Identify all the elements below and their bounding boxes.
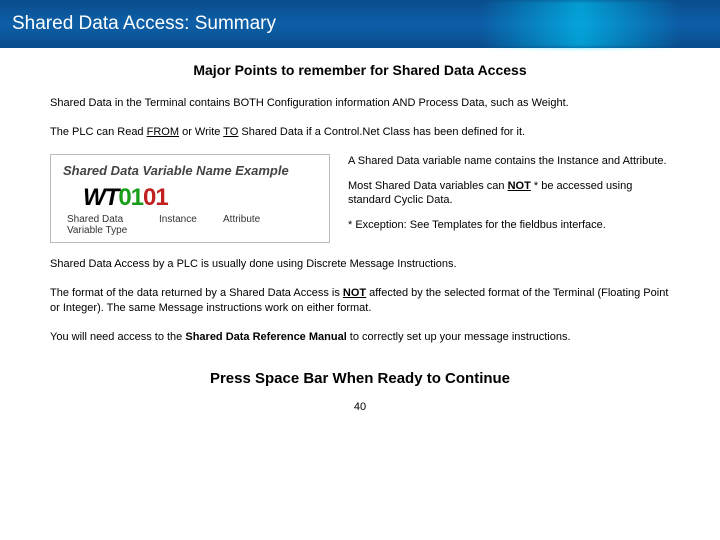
right-p1: A Shared Data variable name contains the… — [348, 154, 670, 169]
var-type: WT — [83, 184, 118, 211]
p2-text-b: or Write — [179, 126, 223, 138]
p2-text-a: The PLC can Read — [50, 126, 147, 138]
header-accent — [480, 0, 680, 48]
p5-b: to correctly set up your message instruc… — [347, 331, 571, 343]
p4-a: The format of the data returned by a Sha… — [50, 287, 343, 299]
label-type: Shared Data Variable Type — [67, 214, 145, 236]
var-attribute: 01 — [143, 184, 168, 211]
diagram-title: Shared Data Variable Name Example — [63, 163, 317, 178]
paragraph-5: You will need access to the Shared Data … — [50, 330, 670, 345]
diagram-labels: Shared Data Variable Type Instance Attri… — [67, 214, 317, 236]
variable-name-diagram: Shared Data Variable Name Example WT0101… — [50, 154, 330, 243]
page-number: 40 — [50, 401, 670, 413]
continue-prompt: Press Space Bar When Ready to Continue — [50, 370, 670, 387]
r2-not: NOT — [508, 180, 531, 192]
subtitle: Major Points to remember for Shared Data… — [50, 62, 670, 78]
variable-name-example: WT0101 — [83, 184, 317, 212]
p2-text-c: Shared Data if a Control.Net Class has b… — [238, 126, 525, 138]
label-attribute: Attribute — [223, 214, 260, 236]
var-instance: 01 — [118, 184, 143, 211]
paragraph-3: Shared Data Access by a PLC is usually d… — [50, 257, 670, 272]
p2-from: FROM — [147, 126, 179, 138]
slide-body: Major Points to remember for Shared Data… — [0, 48, 720, 413]
page-title: Shared Data Access: Summary — [12, 13, 276, 35]
p5-bold: Shared Data Reference Manual — [185, 331, 346, 343]
paragraph-2: The PLC can Read FROM or Write TO Shared… — [50, 125, 670, 140]
diagram-row: Shared Data Variable Name Example WT0101… — [50, 154, 670, 243]
right-column: A Shared Data variable name contains the… — [348, 154, 670, 243]
p5-a: You will need access to the — [50, 331, 185, 343]
slide-header: Shared Data Access: Summary — [0, 0, 720, 48]
r2-a: Most Shared Data variables can — [348, 180, 508, 192]
p4-not: NOT — [343, 287, 366, 299]
label-instance: Instance — [159, 214, 209, 236]
p2-to: TO — [223, 126, 238, 138]
paragraph-1: Shared Data in the Terminal contains BOT… — [50, 96, 670, 111]
right-p2: Most Shared Data variables can NOT * be … — [348, 179, 670, 209]
paragraph-4: The format of the data returned by a Sha… — [50, 286, 670, 316]
right-p3: * Exception: See Templates for the field… — [348, 218, 670, 233]
